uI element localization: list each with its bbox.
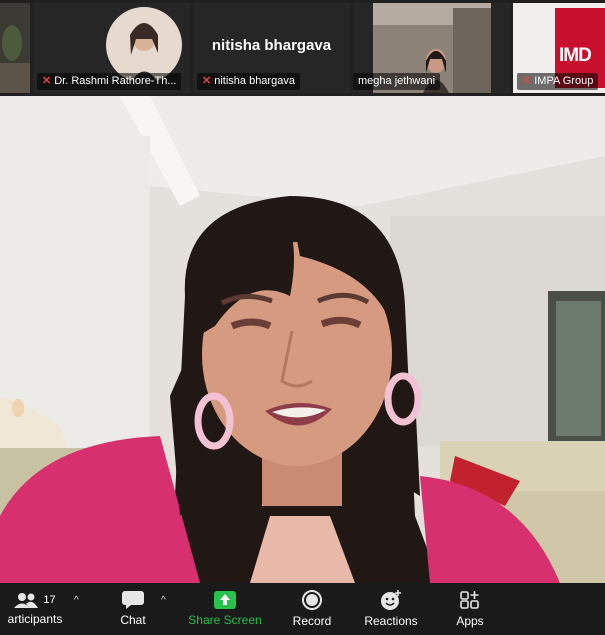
participant-name: nitisha bhargava [214,75,295,87]
participant-name-tag: ✕ Dr. Rashmi Rathore-Th... [37,73,182,90]
mic-muted-icon: ✕ [522,75,532,87]
participants-label: articipants [7,612,63,626]
chat-label: Chat [120,613,146,627]
record-label: Record [292,614,332,628]
participant-video [0,3,30,93]
gallery-tile[interactable]: megha jethwani [353,3,510,93]
participants-caret-icon[interactable]: ^ [74,595,79,606]
participants-icon [14,593,39,608]
share-screen-icon [214,591,236,609]
gallery-tile[interactable]: nitisha bhargava ✕ nitisha bhargava [193,3,350,93]
record-button[interactable]: Record [284,583,340,635]
apps-button[interactable]: Apps [442,583,498,635]
participant-name-tag: ✕ IMPA Group [517,73,599,90]
meeting-toolbar: 17 articipants ^ Chat ^ Share Screen Rec… [0,583,605,635]
chat-button[interactable]: Chat [105,583,161,635]
record-icon [302,590,322,610]
participants-button[interactable]: 17 articipants [0,583,70,635]
reactions-icon [381,590,401,610]
reactions-label: Reactions [364,614,418,628]
participant-name-tag: megha jethwani [353,73,441,90]
participants-count: 17 [43,594,56,606]
participant-name-large: nitisha bhargava [211,37,332,54]
participant-name: IMPA Group [534,75,594,87]
participant-name-tag: ✕ nitisha bhargava [197,73,300,90]
mic-muted-icon: ✕ [42,75,52,87]
share-screen-label: Share Screen [188,613,262,627]
mic-muted-icon: ✕ [202,75,212,87]
chat-caret-icon[interactable]: ^ [161,595,166,606]
participant-name: megha jethwani [358,75,436,87]
reactions-button[interactable]: Reactions [356,583,426,635]
gallery-strip: ✕ Dr. Rashmi Rathore-Th... nitisha bharg… [0,0,605,96]
apps-label: Apps [456,614,484,628]
active-speaker-video [0,96,605,583]
speaker-video-frame [0,96,605,583]
gallery-tile[interactable]: ✕ Dr. Rashmi Rathore-Th... [33,3,190,93]
participant-name: Dr. Rashmi Rathore-Th... [54,75,177,87]
share-screen-button[interactable]: Share Screen [184,583,266,635]
logo-text: IMD [559,45,592,66]
gallery-tile[interactable]: IMD ✕ IMPA Group [513,3,605,93]
apps-icon [460,591,479,609]
gallery-tile-partial[interactable] [0,3,30,93]
chat-icon [122,591,144,609]
